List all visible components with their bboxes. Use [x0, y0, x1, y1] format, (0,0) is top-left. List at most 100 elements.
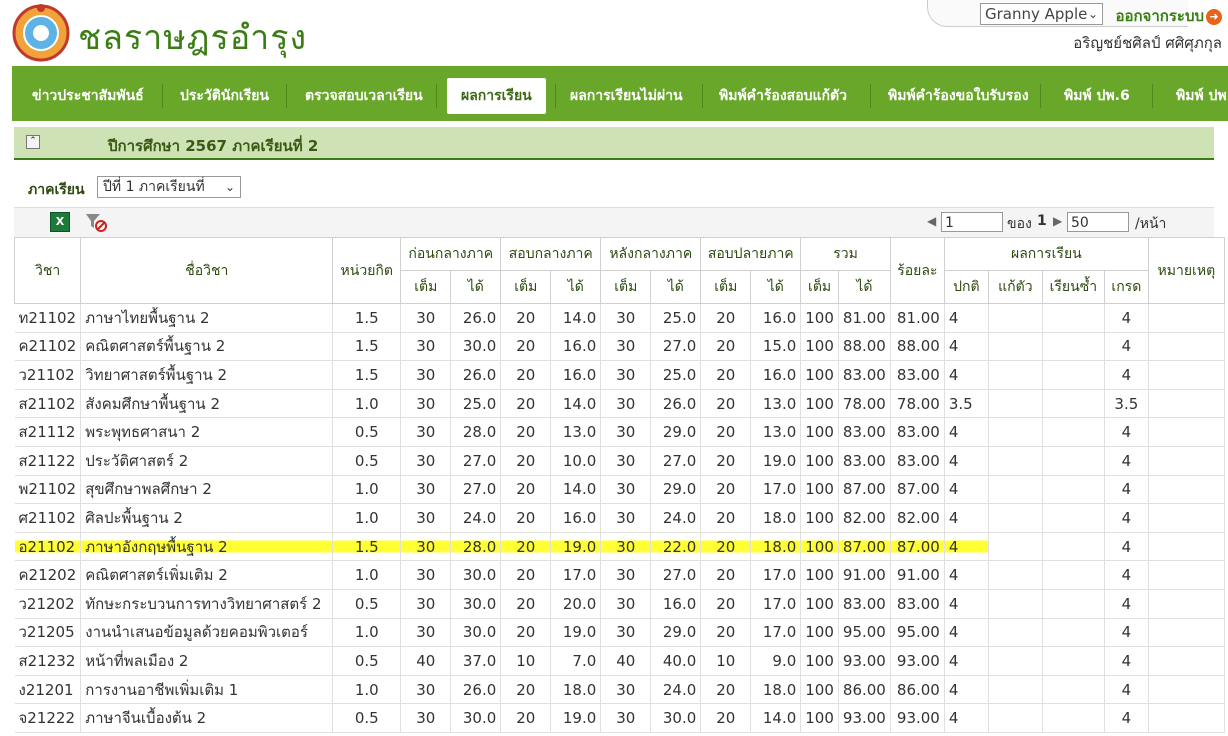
table-cell [988, 703, 1043, 733]
table-cell: 30 [600, 589, 652, 619]
page-input[interactable]: 1 [941, 212, 1003, 232]
table-cell: 29.0 [650, 475, 702, 505]
col-grade: เกรด [1103, 270, 1149, 304]
table-cell: 4 [944, 446, 989, 476]
table-cell: ท21102 [14, 303, 82, 333]
table-cell: จ21222 [14, 703, 82, 733]
table-cell: 29.0 [650, 417, 702, 447]
table-cell: 25.0 [650, 360, 702, 390]
table-cell: 83.00 [890, 589, 945, 619]
table-cell: 20 [700, 618, 752, 648]
table-cell: 19.0 [550, 703, 602, 733]
user-select-value: Granny Apple [985, 5, 1088, 23]
table-cell: 100 [800, 532, 839, 562]
table-cell: 100 [800, 589, 839, 619]
table-cell: 18.0 [550, 675, 602, 705]
logout-button[interactable]: ออกจากระบบ ➜ [1115, 4, 1222, 28]
table-cell: 25.0 [450, 389, 502, 419]
table-cell: 17.0 [750, 560, 802, 590]
prev-page-icon[interactable]: ◀ [927, 214, 936, 228]
table-cell: 30 [400, 675, 452, 705]
next-page-icon[interactable]: ▶ [1053, 214, 1062, 228]
table-cell: 30 [600, 389, 652, 419]
table-cell [1148, 446, 1225, 476]
table-cell: 28.0 [450, 532, 502, 562]
table-cell: 4 [1104, 646, 1149, 676]
table-cell: 100 [800, 646, 839, 676]
table-cell [1042, 389, 1105, 419]
table-cell: 1.0 [332, 618, 402, 648]
table-cell: การงานอาชีพเพิ่มเติม 1 [80, 675, 334, 705]
table-cell [988, 360, 1043, 390]
logout-label: ออกจากระบบ [1115, 7, 1204, 25]
nav-separator [702, 84, 703, 108]
collapse-icon[interactable]: ⌃ [26, 135, 40, 149]
table-cell: สังคมศึกษาพื้นฐาน 2 [80, 389, 334, 419]
table-cell: 40.0 [650, 646, 702, 676]
table-cell: 30 [600, 675, 652, 705]
table-cell [1042, 618, 1105, 648]
nav-item-attendance[interactable]: ตรวจสอบเวลาเรียน [305, 78, 423, 114]
table-cell: 30.0 [450, 560, 502, 590]
table-cell [988, 389, 1043, 419]
table-cell: 20 [500, 332, 552, 362]
table-cell: ประวัติศาสตร์ 2 [80, 446, 334, 476]
table-cell: 20 [700, 332, 752, 362]
nav-item-print-por6[interactable]: พิมพ์ ปพ.6 [1064, 78, 1130, 114]
table-cell: 9.0 [750, 646, 802, 676]
col-got: ได้ [837, 270, 891, 304]
table-cell: 26.0 [450, 360, 502, 390]
table-cell: 20 [700, 303, 752, 333]
table-cell: 100 [800, 303, 839, 333]
table-cell: 30 [400, 360, 452, 390]
nav-item-print-retest-request[interactable]: พิมพ์คำร้องสอบแก้ตัว [719, 78, 847, 114]
table-cell [1148, 703, 1225, 733]
table-row: ส21232 หน้าที่พลเมือง 2 0.5 40 37.0 10 7.0 40 40… [14, 646, 1225, 676]
table-cell: 4 [1104, 503, 1149, 533]
table-cell: 30 [600, 332, 652, 362]
table-cell: 0.5 [332, 589, 402, 619]
table-cell: 4 [944, 618, 989, 648]
table-cell: 1.5 [332, 532, 402, 562]
per-page-input[interactable]: 50 [1067, 212, 1129, 232]
col-full: เต็ม [600, 270, 652, 304]
term-select[interactable]: ปีที่ 1 ภาคเรียนที่ ⌄ [97, 176, 241, 198]
top-bar: ชลราษฎรอำรุง Granny Apple ⌄ ออกจากระบบ ➜ … [0, 0, 1228, 64]
clear-filter-icon[interactable] [84, 211, 108, 233]
table-cell: งานนำเสนอข้อมูลด้วยคอมพิวเตอร์ [80, 618, 334, 648]
table-cell: 30 [600, 303, 652, 333]
table-cell: 26.0 [450, 303, 502, 333]
nav-item-print-por[interactable]: พิมพ์ ปพ [1176, 78, 1227, 114]
table-cell: 16.0 [550, 332, 602, 362]
table-cell [988, 417, 1043, 447]
table-cell: 26.0 [450, 675, 502, 705]
table-row: ศ21102 ศิลปะพื้นฐาน 2 1.0 30 24.0 20 16.0 30 24.… [14, 503, 1225, 533]
term-select-value: ปีที่ 1 ภาคเรียนที่ [103, 179, 205, 195]
user-select[interactable]: Granny Apple ⌄ [980, 3, 1103, 25]
table-cell: 40 [600, 646, 652, 676]
table-cell: 4 [944, 417, 989, 447]
nav-item-print-certificate-request[interactable]: พิมพ์คำร้องขอใบรับรอง [888, 78, 1029, 114]
table-cell: 13.0 [750, 417, 802, 447]
table-cell: 30 [600, 417, 652, 447]
table-cell: ค21202 [14, 560, 82, 590]
table-cell: 83.00 [838, 417, 891, 447]
nav-item-grades[interactable]: ผลการเรียน [447, 78, 546, 114]
col-retest: แก้ตัว [987, 270, 1043, 304]
table-cell: 1.0 [332, 675, 402, 705]
table-cell [988, 560, 1043, 590]
table-cell: 87.00 [838, 532, 891, 562]
nav-separator [286, 84, 287, 108]
table-cell: 1.0 [332, 560, 402, 590]
table-cell: คณิตศาสตร์พื้นฐาน 2 [80, 332, 334, 362]
excel-export-icon[interactable]: X [50, 212, 70, 232]
col-subject-name: ชื่อวิชา [80, 237, 334, 304]
table-cell: ว21202 [14, 589, 82, 619]
table-cell: 22.0 [650, 532, 702, 562]
nav-item-news[interactable]: ข่าวประชาสัมพันธ์ [32, 78, 144, 114]
nav-item-failed-grades[interactable]: ผลการเรียนไม่ผ่าน [570, 78, 683, 114]
table-row: ส21112 พระพุทธศาสนา 2 0.5 30 28.0 20 13.0 30 29.… [14, 417, 1225, 447]
nav-item-student-history[interactable]: ประวัตินักเรียน [180, 78, 269, 114]
table-row: ส21102 สังคมศึกษาพื้นฐาน 2 1.0 30 25.0 20 14.0… [14, 389, 1225, 419]
table-cell: 4 [944, 532, 989, 562]
